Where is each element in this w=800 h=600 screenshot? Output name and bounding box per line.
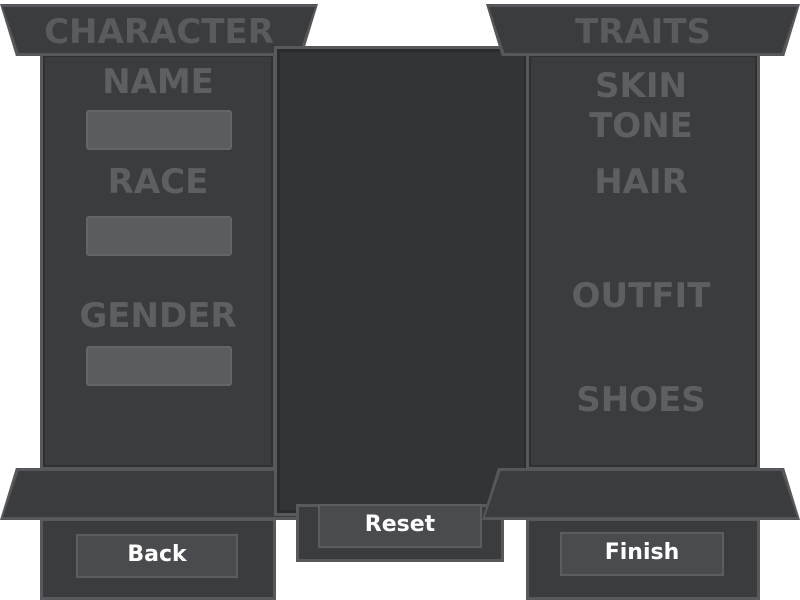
- traits-header-banner: TRAITS: [486, 4, 800, 56]
- right-footer-banner: [482, 468, 800, 520]
- finish-button[interactable]: Finish: [560, 532, 724, 576]
- name-label: NAME: [102, 62, 214, 102]
- gender-label: GENDER: [79, 296, 237, 336]
- traits-title: TRAITS: [574, 12, 712, 52]
- character-header-banner: CHARACTER: [0, 4, 318, 56]
- name-field[interactable]: [86, 110, 232, 150]
- trait-skin-tone[interactable]: SKIN TONE: [540, 66, 742, 146]
- trait-outfit[interactable]: OUTFIT: [540, 276, 742, 316]
- reset-button[interactable]: Reset: [318, 504, 482, 548]
- left-footer-banner: [0, 468, 318, 520]
- back-button[interactable]: Back: [76, 534, 238, 578]
- character-title: CHARACTER: [44, 12, 274, 52]
- character-preview-area: [274, 46, 530, 516]
- race-label: RACE: [107, 162, 209, 202]
- trait-hair[interactable]: HAIR: [540, 162, 742, 202]
- gender-field[interactable]: [86, 346, 232, 386]
- trait-shoes[interactable]: SHOES: [540, 380, 742, 420]
- race-field[interactable]: [86, 216, 232, 256]
